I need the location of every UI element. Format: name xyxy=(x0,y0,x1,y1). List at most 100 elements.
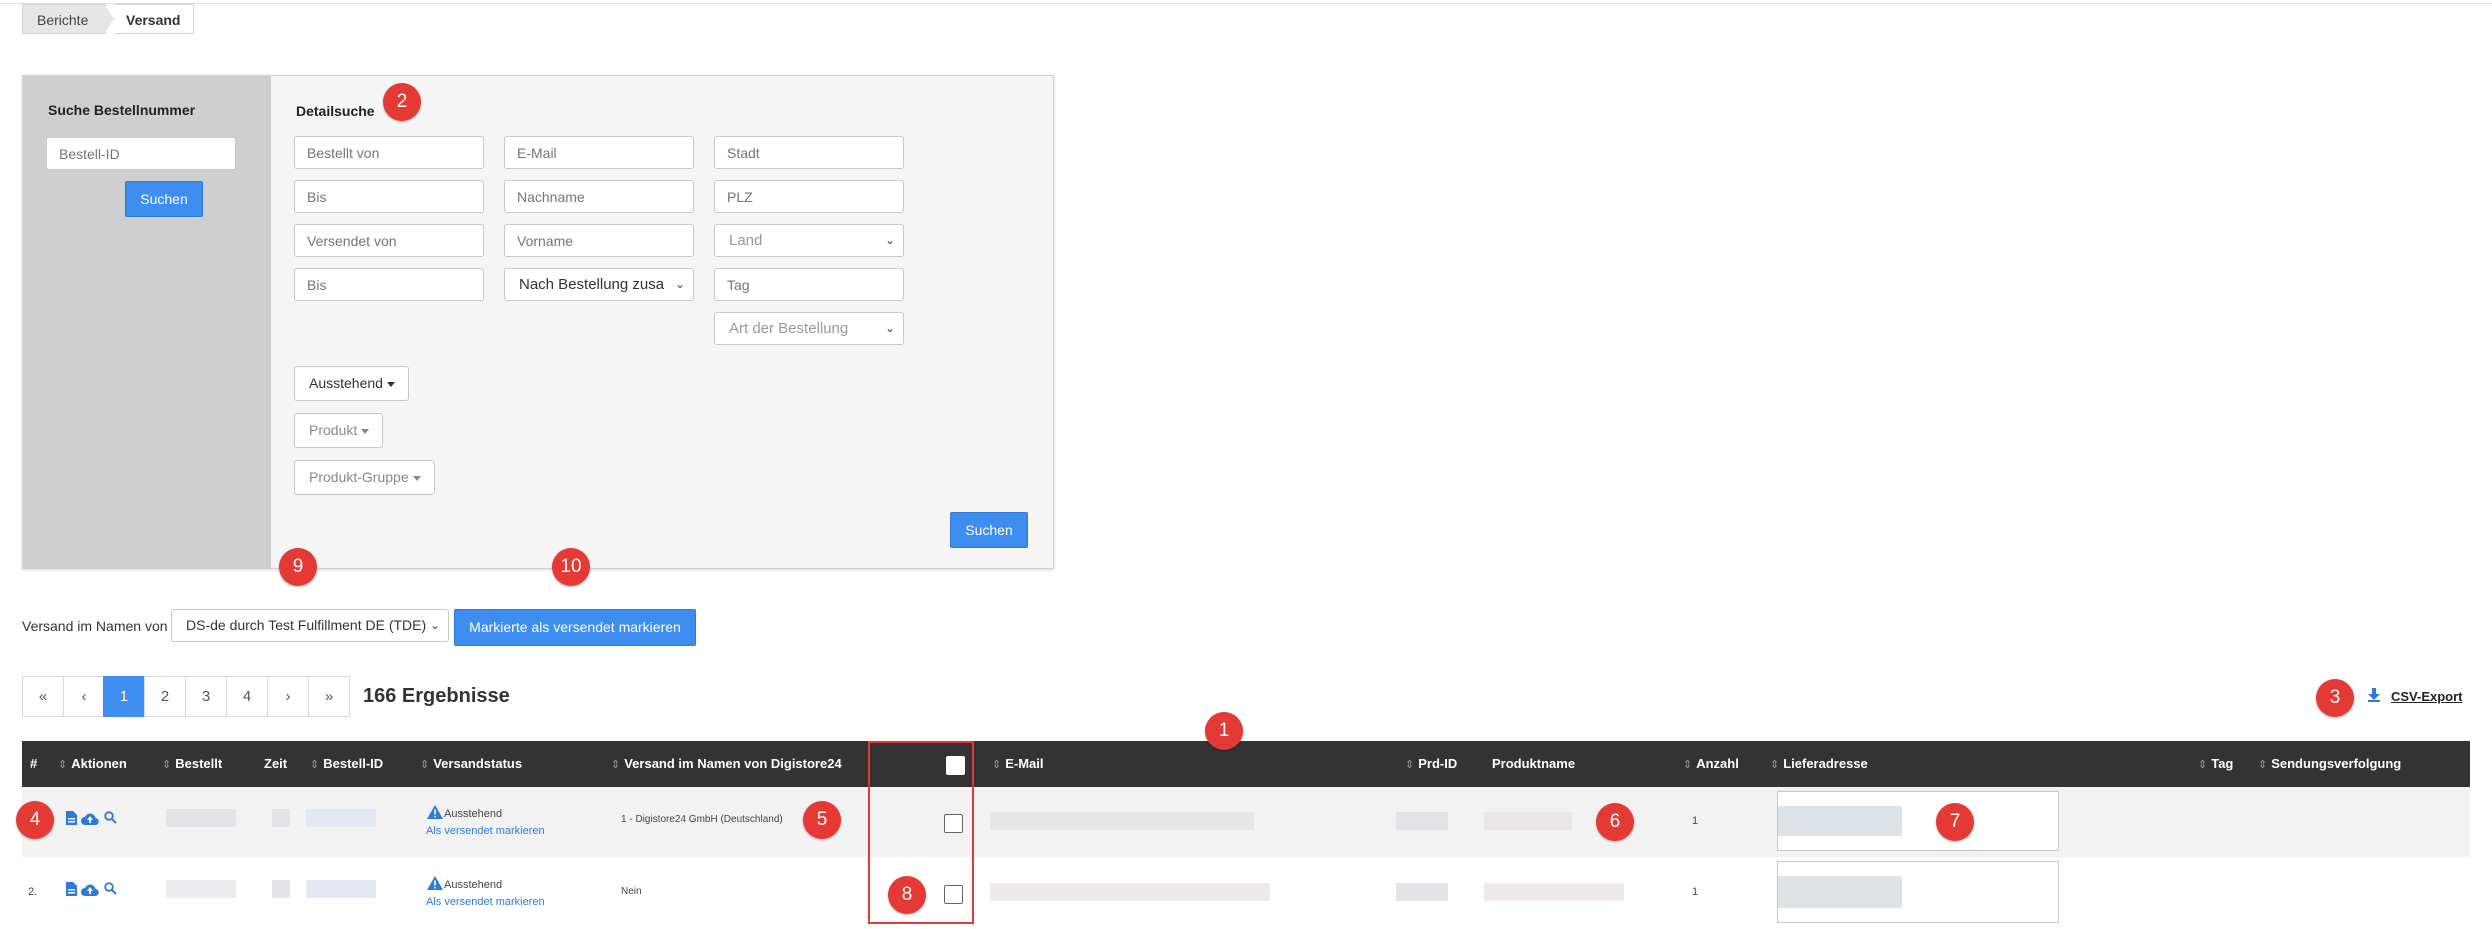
search-icon[interactable] xyxy=(104,811,117,829)
sort-icon: ⇕ xyxy=(58,759,68,771)
annotation-badge-9: 9 xyxy=(279,548,317,586)
col-address[interactable]: ⇕ Lieferadresse xyxy=(1770,741,1868,787)
col-address-label: Lieferadresse xyxy=(1783,756,1868,771)
annotation-badge-6: 6 xyxy=(1596,803,1634,841)
annotation-badge-4: 4 xyxy=(16,801,54,839)
order-type-select-value: Art der Bestellung xyxy=(729,320,849,337)
col-order-id-label: Bestell-ID xyxy=(323,756,384,771)
mark-shipped-link[interactable]: Als versendet markieren xyxy=(426,896,545,908)
page-last-button[interactable]: » xyxy=(308,676,350,717)
email-redacted xyxy=(990,883,1270,901)
page-3-button[interactable]: 3 xyxy=(185,676,227,717)
address-redacted xyxy=(1778,876,1902,908)
shipped-from-field[interactable] xyxy=(294,224,484,257)
annotation-badge-2: 2 xyxy=(383,83,421,121)
sort-icon: ⇕ xyxy=(2258,759,2268,771)
col-status-label: Versandstatus xyxy=(433,756,523,771)
breadcrumb-separator xyxy=(104,4,114,34)
mark-shipped-link[interactable]: Als versendet markieren xyxy=(426,825,545,837)
col-prd-id[interactable]: ⇕ Prd-ID xyxy=(1405,741,1457,787)
page-1-button[interactable]: 1 xyxy=(103,676,145,717)
caret-down-icon xyxy=(361,428,370,434)
csv-export-link[interactable]: CSV-Export xyxy=(2391,689,2463,704)
product-group-dropdown[interactable]: Produkt-Gruppe xyxy=(294,460,435,495)
city-field[interactable] xyxy=(714,136,904,169)
tag-field[interactable] xyxy=(714,268,904,301)
annotation-badge-8: 8 xyxy=(888,876,926,914)
ship-as-select[interactable]: DS-de durch Test Fulfillment DE (TDE) ⌄ xyxy=(171,609,449,642)
qty-value: 1 xyxy=(1692,886,1699,898)
order-id-input[interactable] xyxy=(46,137,236,170)
prd-id-redacted xyxy=(1396,812,1448,830)
col-prd-id-label: Prd-ID xyxy=(1418,756,1458,771)
caret-down-icon xyxy=(412,475,421,481)
col-actions[interactable]: ⇕ Aktionen xyxy=(58,741,127,787)
annotation-badge-1: 1 xyxy=(1205,712,1243,750)
row-num: 2. xyxy=(28,886,38,898)
ordered-to-field[interactable] xyxy=(294,180,484,213)
lastname-field[interactable] xyxy=(504,180,694,213)
product-name-redacted xyxy=(1484,883,1624,901)
col-order-id[interactable]: ⇕ Bestell-ID xyxy=(310,741,383,787)
status-text: Ausstehend xyxy=(444,808,503,820)
table-header xyxy=(22,741,2470,787)
page-4-button[interactable]: 4 xyxy=(226,676,268,717)
col-ship-name[interactable]: ⇕ Versand im Namen von Digistore24 xyxy=(611,741,842,787)
annotation-badge-5: 5 xyxy=(803,801,841,839)
ordered-date-redacted xyxy=(166,809,236,827)
col-num: # xyxy=(30,756,38,771)
page-first-button[interactable]: « xyxy=(22,676,64,717)
col-qty[interactable]: ⇕ Anzahl xyxy=(1683,741,1739,787)
sort-icon: ⇕ xyxy=(420,759,430,771)
page-prev-button[interactable]: ‹ xyxy=(63,676,105,717)
col-time: Zeit xyxy=(264,756,288,771)
chevron-down-icon: ⌄ xyxy=(884,321,895,335)
status-dropdown[interactable]: Ausstehend xyxy=(294,366,409,401)
ordered-from-field[interactable] xyxy=(294,136,484,169)
chevron-down-icon: ⌄ xyxy=(674,277,685,291)
sort-icon: ⇕ xyxy=(1770,759,1780,771)
results-count: 166 Ergebnisse xyxy=(363,685,510,707)
order-search-button[interactable]: Suchen xyxy=(125,181,203,217)
col-tracking[interactable]: ⇕ Sendungsverfolgung xyxy=(2258,741,2401,787)
search-icon[interactable] xyxy=(104,882,117,900)
col-ordered[interactable]: ⇕ Bestellt xyxy=(162,741,222,787)
order-type-select[interactable]: Art der Bestellung ⌄ xyxy=(714,312,904,345)
shipped-to-field[interactable] xyxy=(294,268,484,301)
col-actions-label: Aktionen xyxy=(71,756,127,771)
status-dropdown-label: Ausstehend xyxy=(309,375,383,391)
col-status[interactable]: ⇕ Versandstatus xyxy=(420,741,522,787)
col-tag[interactable]: ⇕ Tag xyxy=(2198,741,2233,787)
mark-shipped-button[interactable]: Markierte als versendet markieren xyxy=(454,609,696,646)
cloud-upload-icon[interactable] xyxy=(81,883,99,901)
col-ordered-label: Bestellt xyxy=(175,756,223,771)
order-id-redacted xyxy=(306,809,376,827)
country-select[interactable]: Land ⌄ xyxy=(714,224,904,257)
chevron-down-icon: ⌄ xyxy=(884,233,895,247)
col-qty-label: Anzahl xyxy=(1696,756,1739,771)
chevron-down-icon: ⌄ xyxy=(429,618,440,632)
zip-field[interactable] xyxy=(714,180,904,213)
col-product: Produktname xyxy=(1492,756,1576,771)
col-email[interactable]: ⇕ E-Mail xyxy=(992,741,1044,787)
qty-value: 1 xyxy=(1692,815,1699,827)
cloud-upload-icon[interactable] xyxy=(81,812,99,830)
detail-search-title: Detailsuche xyxy=(296,103,375,119)
firstname-field[interactable] xyxy=(504,224,694,257)
address-redacted xyxy=(1778,806,1902,836)
detail-search-button[interactable]: Suchen xyxy=(950,512,1028,548)
breadcrumb-berichte[interactable]: Berichte xyxy=(22,4,106,34)
product-group-dropdown-label: Produkt-Gruppe xyxy=(309,469,409,485)
email-field[interactable] xyxy=(504,136,694,169)
product-dropdown-label: Produkt xyxy=(309,422,358,438)
document-icon[interactable] xyxy=(66,882,77,901)
product-dropdown[interactable]: Produkt xyxy=(294,413,383,448)
summary-select[interactable]: Nach Bestellung zusa ⌄ xyxy=(504,268,694,301)
email-redacted xyxy=(990,812,1254,830)
document-icon[interactable] xyxy=(66,811,77,830)
col-tracking-label: Sendungsverfolgung xyxy=(2271,756,2402,771)
page-2-button[interactable]: 2 xyxy=(144,676,186,717)
col-ship-name-label: Versand im Namen von Digistore24 xyxy=(624,756,842,771)
page-next-button[interactable]: › xyxy=(267,676,309,717)
country-select-value: Land xyxy=(729,232,763,249)
